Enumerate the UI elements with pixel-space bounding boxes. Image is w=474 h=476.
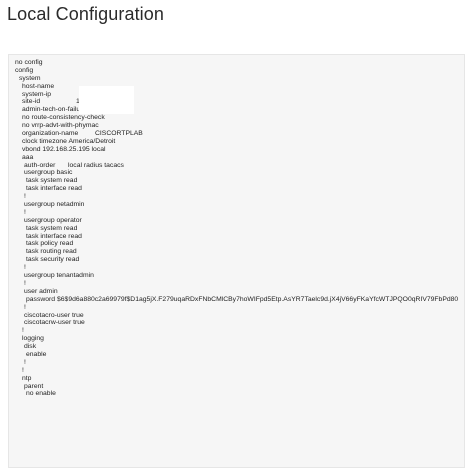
config-line: no config xyxy=(15,59,43,66)
config-line: logging xyxy=(22,335,44,343)
config-line: task routing read xyxy=(26,248,77,256)
config-line: ! xyxy=(22,327,24,335)
config-line: ! xyxy=(24,358,26,366)
config-line: usergroup netadmin xyxy=(24,201,85,209)
config-line: ! xyxy=(22,366,24,374)
page-title: Local Configuration xyxy=(7,4,165,24)
config-line: auth-order local radius tacacs xyxy=(24,161,124,169)
config-line: organization-name CISCORTPLAB xyxy=(22,130,143,138)
config-line: no vrrp-advt-with-phymac xyxy=(22,122,99,130)
config-line: vbond 192.168.25.195 local xyxy=(22,145,106,153)
config-line: usergroup tenantadmin xyxy=(24,272,94,280)
config-line: usergroup basic xyxy=(24,169,73,177)
config-line: system xyxy=(19,74,41,82)
config-line: parent xyxy=(24,382,44,390)
config-line: task system read xyxy=(26,224,78,232)
config-line: ! xyxy=(24,279,26,287)
config-line: no enable xyxy=(26,390,56,398)
config-line: ntp xyxy=(22,374,32,382)
config-line: ciscotacro-user true xyxy=(24,311,84,319)
config-line: aaa xyxy=(22,153,34,161)
redaction-box xyxy=(79,86,134,114)
config-line: ! xyxy=(24,208,26,216)
config-line: disk xyxy=(24,343,37,351)
config-text-panel[interactable]: no config config system host-name system… xyxy=(8,54,465,468)
config-line: ! xyxy=(24,193,26,201)
config-line: task security read xyxy=(26,256,80,264)
config-line: enable xyxy=(26,350,47,358)
config-line: task interface read xyxy=(26,232,82,240)
config-line: password $6$9d6a880c2a69979f$D1ag5jX.F27… xyxy=(26,295,459,303)
config-line: task system read xyxy=(26,177,78,185)
config-line: task interface read xyxy=(26,185,82,193)
config-line: clock timezone America/Detroit xyxy=(22,137,116,145)
config-line: no route-consistency-check xyxy=(22,114,105,122)
config-line: ! xyxy=(24,303,26,311)
config-line: ciscotacrw-user true xyxy=(24,319,85,327)
config-line: ! xyxy=(24,264,26,272)
config-line: task policy read xyxy=(26,240,74,248)
config-line: usergroup operator xyxy=(24,216,82,224)
config-line: config xyxy=(15,66,34,74)
config-line: user admin xyxy=(24,287,58,295)
